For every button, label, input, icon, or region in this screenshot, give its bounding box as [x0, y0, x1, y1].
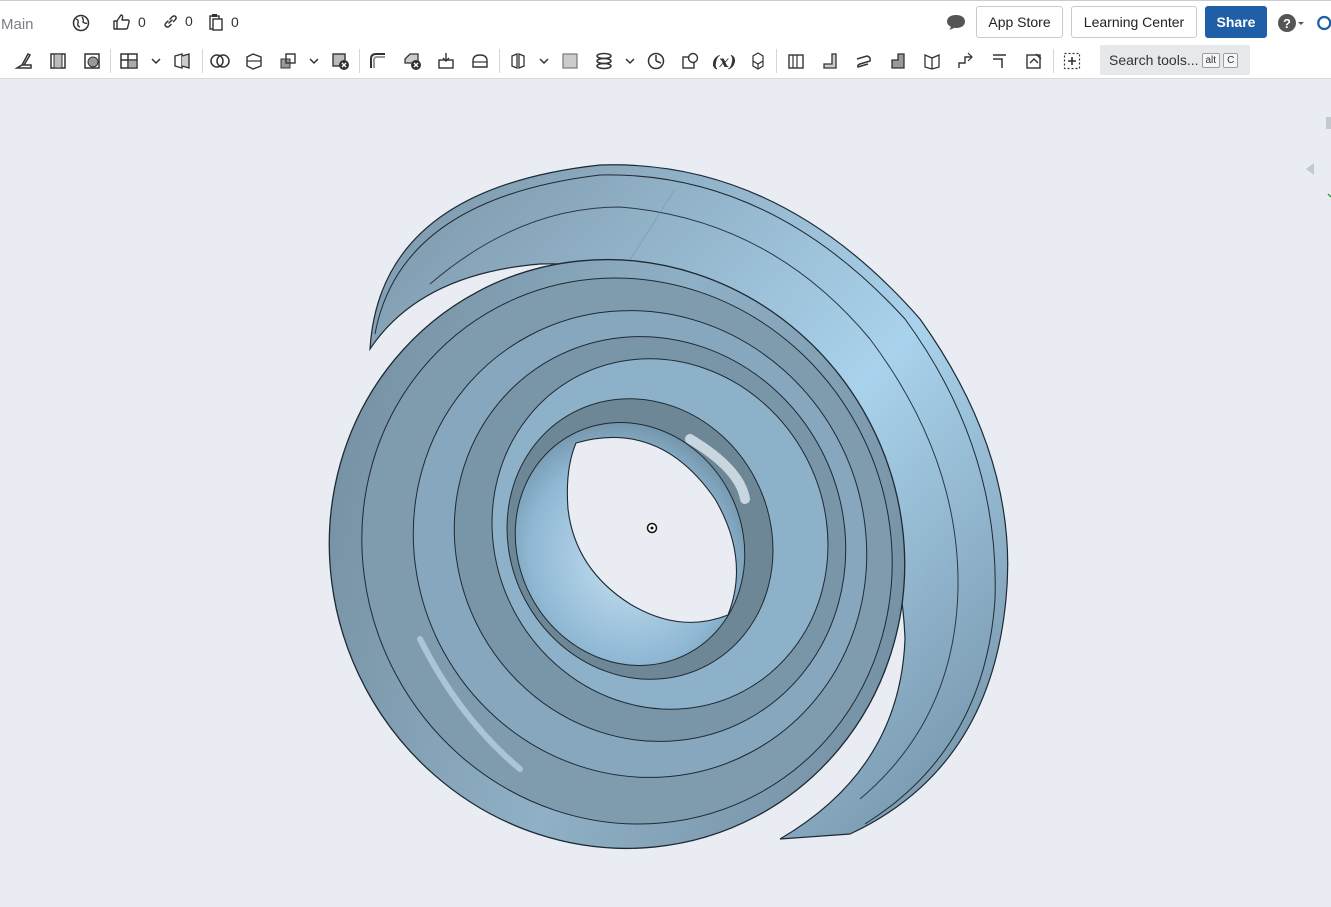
- tab-tool-icon[interactable]: [887, 50, 909, 72]
- app-store-button[interactable]: App Store: [976, 6, 1063, 38]
- chevron-down-icon[interactable]: [624, 54, 636, 66]
- mate-connector-icon[interactable]: [645, 50, 667, 72]
- split-tool-icon[interactable]: [243, 50, 265, 72]
- feature-toolbar: (x) Search tools... alt C: [0, 42, 1331, 79]
- help-menu[interactable]: ?: [1276, 13, 1308, 33]
- part-model[interactable]: [0, 79, 1331, 907]
- shortcut-key-alt: alt: [1201, 52, 1221, 68]
- view-cube[interactable]: [1306, 117, 1331, 198]
- shell-tool-icon[interactable]: [469, 50, 491, 72]
- search-tools-input[interactable]: Search tools... alt C: [1100, 45, 1250, 75]
- pattern-tool-icon[interactable]: [507, 50, 529, 72]
- likes-count: 0: [138, 14, 146, 30]
- document-title[interactable]: Main: [1, 16, 34, 33]
- sweep-tool-icon[interactable]: [118, 50, 140, 72]
- helix-tool-icon[interactable]: [593, 50, 615, 72]
- copies-stat[interactable]: 0: [208, 13, 239, 31]
- add-custom-feature-icon[interactable]: [1061, 50, 1083, 72]
- derived-part-icon[interactable]: [747, 50, 769, 72]
- section-view-icon[interactable]: [679, 50, 701, 72]
- origin-marker[interactable]: [646, 522, 658, 534]
- extrude-tool-icon[interactable]: [47, 50, 69, 72]
- comment-icon[interactable]: [944, 12, 968, 32]
- notification-icon[interactable]: [1316, 13, 1331, 33]
- thumbs-up-icon: [113, 14, 130, 30]
- shortcut-key-c: C: [1223, 52, 1239, 68]
- sketch-tool-icon[interactable]: [13, 50, 35, 72]
- chamfer-tool-icon[interactable]: [401, 50, 423, 72]
- transform-tool-icon[interactable]: [277, 50, 299, 72]
- flat-view-icon[interactable]: [1023, 50, 1045, 72]
- chevron-down-icon[interactable]: [308, 54, 320, 66]
- link-icon: [164, 14, 177, 28]
- learning-center-button[interactable]: Learning Center: [1071, 6, 1197, 38]
- delete-part-tool-icon[interactable]: [329, 50, 351, 72]
- search-tools-placeholder: Search tools...: [1109, 52, 1199, 68]
- boolean-tool-icon[interactable]: [209, 50, 231, 72]
- draft-tool-icon[interactable]: [435, 50, 457, 72]
- sheet-metal-icon[interactable]: [785, 50, 807, 72]
- fillet-tool-icon[interactable]: [367, 50, 389, 72]
- corner-tool-icon[interactable]: [989, 50, 1011, 72]
- graphics-viewport[interactable]: [0, 79, 1331, 907]
- chevron-down-icon[interactable]: [150, 54, 162, 66]
- flange-tool-icon[interactable]: [819, 50, 841, 72]
- chevron-down-icon[interactable]: [538, 54, 550, 66]
- likes-stat[interactable]: 0: [112, 13, 146, 31]
- copies-count: 0: [231, 14, 239, 30]
- variable-tool-icon[interactable]: (x): [710, 50, 738, 72]
- share-button[interactable]: Share: [1205, 6, 1267, 38]
- clipboard-icon: [209, 14, 223, 31]
- bend-tool-icon[interactable]: [921, 50, 943, 72]
- hem-tool-icon[interactable]: [853, 50, 875, 72]
- help-icon: ?: [1278, 14, 1296, 32]
- chevron-down-icon: [1298, 22, 1304, 25]
- links-count: 0: [185, 13, 193, 29]
- revolve-tool-icon[interactable]: [81, 50, 103, 72]
- globe-icon[interactable]: [71, 13, 91, 33]
- loft-tool-icon[interactable]: [171, 50, 193, 72]
- top-bar: Main 0 0 0 App Store Learning Center Sha…: [0, 0, 1331, 42]
- form-tool-icon[interactable]: [955, 50, 977, 72]
- links-stat[interactable]: 0: [163, 13, 193, 29]
- plane-tool-icon[interactable]: [559, 50, 581, 72]
